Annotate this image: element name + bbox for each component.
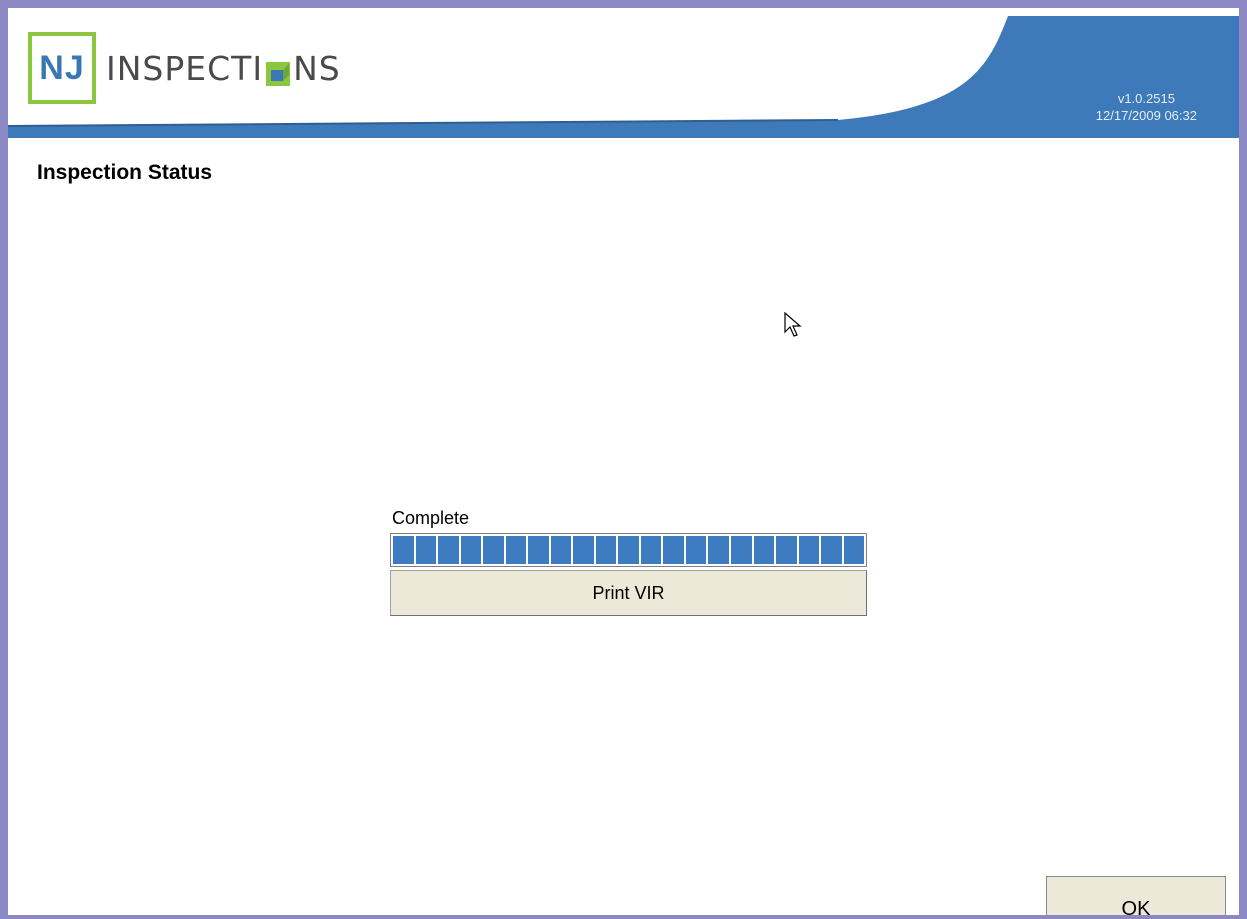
progress-segment bbox=[483, 536, 504, 564]
logo-word-left: INSPECTI bbox=[106, 48, 264, 88]
print-vir-label: Print VIR bbox=[592, 582, 665, 603]
nj-inspections-logo: NJ INSPECTI NS bbox=[28, 30, 341, 106]
progress-segment bbox=[798, 536, 820, 564]
progress-segment bbox=[393, 536, 414, 564]
progress-segment bbox=[753, 536, 775, 564]
inspection-status-panel: Complete Print VIR bbox=[390, 508, 870, 616]
logo-wordmark: INSPECTI NS bbox=[106, 49, 341, 88]
progress-segment bbox=[685, 536, 707, 564]
ok-label: OK bbox=[1121, 898, 1151, 919]
progress-segment bbox=[573, 536, 594, 564]
progress-segment bbox=[708, 536, 729, 564]
logo-word-right: NS bbox=[293, 48, 341, 88]
progress-segment bbox=[528, 536, 549, 564]
progress-segment bbox=[776, 536, 797, 564]
progress-segment bbox=[730, 536, 752, 564]
progress-segment bbox=[595, 536, 617, 564]
progress-segment bbox=[460, 536, 482, 564]
app-window: NJ INSPECTI NS v1.0.2515 12/17/2009 06:3… bbox=[0, 0, 1247, 919]
progress-bar bbox=[390, 533, 867, 567]
progress-segment bbox=[663, 536, 684, 564]
page-title: Inspection Status bbox=[37, 161, 213, 184]
version-info: v1.0.2515 12/17/2009 06:32 bbox=[1096, 90, 1197, 124]
logo-nj-box: NJ bbox=[28, 32, 96, 104]
progress-segment bbox=[550, 536, 572, 564]
ok-button[interactable]: OK bbox=[1046, 876, 1226, 919]
logo-nj-text: NJ bbox=[39, 48, 85, 87]
version-datetime: 12/17/2009 06:32 bbox=[1095, 108, 1197, 123]
progress-segment bbox=[843, 536, 865, 564]
progress-segment bbox=[415, 536, 437, 564]
logo-o-square-icon bbox=[265, 56, 291, 86]
print-vir-button[interactable]: Print VIR bbox=[390, 570, 867, 616]
version-number: v1.0.2515 bbox=[1117, 91, 1175, 106]
status-label: Complete bbox=[392, 508, 470, 528]
progress-segment bbox=[438, 536, 459, 564]
progress-segment bbox=[618, 536, 639, 564]
mouse-pointer-icon bbox=[784, 312, 802, 337]
header-banner: NJ INSPECTI NS v1.0.2515 12/17/2009 06:3… bbox=[8, 8, 1239, 138]
progress-segment bbox=[640, 536, 662, 564]
progress-segment bbox=[505, 536, 527, 564]
progress-segment bbox=[821, 536, 842, 564]
